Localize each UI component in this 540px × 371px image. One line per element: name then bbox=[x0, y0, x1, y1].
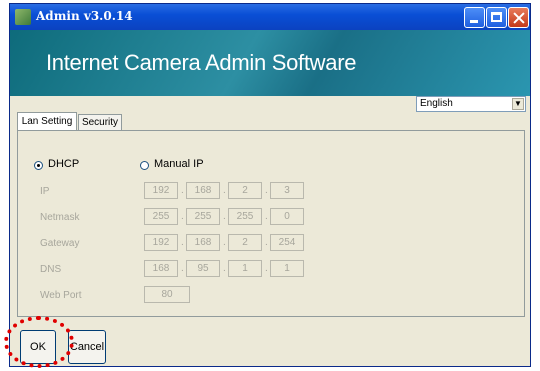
gateway-dot: . bbox=[181, 237, 184, 248]
close-button[interactable] bbox=[508, 7, 529, 28]
web-port-label: Web Port bbox=[40, 290, 82, 301]
ip-octet-3[interactable]: 2 bbox=[228, 182, 262, 199]
minimize-button[interactable] bbox=[464, 7, 485, 28]
ip-octet-2[interactable]: 168 bbox=[186, 182, 220, 199]
gateway-octet-4[interactable]: 254 bbox=[270, 234, 304, 251]
netmask-dot: . bbox=[181, 211, 184, 222]
gateway-octet-3[interactable]: 2 bbox=[228, 234, 262, 251]
ip-octet-4[interactable]: 3 bbox=[270, 182, 304, 199]
cancel-button[interactable]: Cancel bbox=[68, 330, 106, 364]
tab-lan-setting[interactable]: Lan Setting bbox=[17, 112, 77, 130]
dns-octet-1[interactable]: 168 bbox=[144, 260, 178, 277]
dns-octet-2[interactable]: 95 bbox=[186, 260, 220, 277]
web-port-field[interactable]: 80 bbox=[144, 286, 190, 303]
dns-octet-3[interactable]: 1 bbox=[228, 260, 262, 277]
netmask-octet-4[interactable]: 0 bbox=[270, 208, 304, 225]
gateway-octet-1[interactable]: 192 bbox=[144, 234, 178, 251]
dns-dot: . bbox=[181, 263, 184, 274]
netmask-dot: . bbox=[223, 211, 226, 222]
ip-dot: . bbox=[265, 185, 268, 196]
ip-dot: . bbox=[223, 185, 226, 196]
netmask-octet-3[interactable]: 255 bbox=[228, 208, 262, 225]
manual-ip-radio[interactable] bbox=[140, 161, 149, 170]
dns-label: DNS bbox=[40, 264, 62, 275]
netmask-label: Netmask bbox=[40, 212, 80, 223]
dns-dot: . bbox=[223, 263, 226, 274]
title-bar[interactable]: Admin v3.0.14 bbox=[10, 4, 530, 30]
ip-dot: . bbox=[181, 185, 184, 196]
gateway-label: Gateway bbox=[40, 238, 80, 249]
lan-settings-panel: DHCP Manual IP IP 192 . 168 . 2 . 3 Netm… bbox=[17, 130, 525, 317]
gateway-dot: . bbox=[223, 237, 226, 248]
ok-button[interactable]: OK bbox=[20, 330, 56, 364]
netmask-octet-1[interactable]: 255 bbox=[144, 208, 178, 225]
gateway-dot: . bbox=[265, 237, 268, 248]
language-select[interactable]: English ▼ bbox=[416, 96, 526, 112]
header-banner: Internet Camera Admin Software bbox=[10, 30, 530, 96]
tab-security[interactable]: Security bbox=[78, 114, 122, 130]
dns-octet-4[interactable]: 1 bbox=[270, 260, 304, 277]
banner-title: Internet Camera Admin Software bbox=[46, 50, 357, 75]
chevron-down-icon[interactable]: ▼ bbox=[512, 98, 524, 110]
netmask-dot: . bbox=[265, 211, 268, 222]
gateway-octet-2[interactable]: 168 bbox=[186, 234, 220, 251]
window-title: Admin v3.0.14 bbox=[36, 9, 133, 23]
dhcp-label: DHCP bbox=[48, 158, 80, 170]
maximize-button[interactable] bbox=[486, 7, 507, 28]
dhcp-radio[interactable] bbox=[34, 161, 43, 170]
language-selected-value: English bbox=[420, 98, 453, 109]
admin-window: Admin v3.0.14 Internet Camera Admin Soft… bbox=[9, 3, 531, 367]
netmask-octet-2[interactable]: 255 bbox=[186, 208, 220, 225]
manual-ip-label: Manual IP bbox=[154, 158, 204, 170]
dns-dot: . bbox=[265, 263, 268, 274]
app-icon bbox=[15, 9, 31, 25]
ip-label: IP bbox=[40, 186, 50, 197]
ip-octet-1[interactable]: 192 bbox=[144, 182, 178, 199]
